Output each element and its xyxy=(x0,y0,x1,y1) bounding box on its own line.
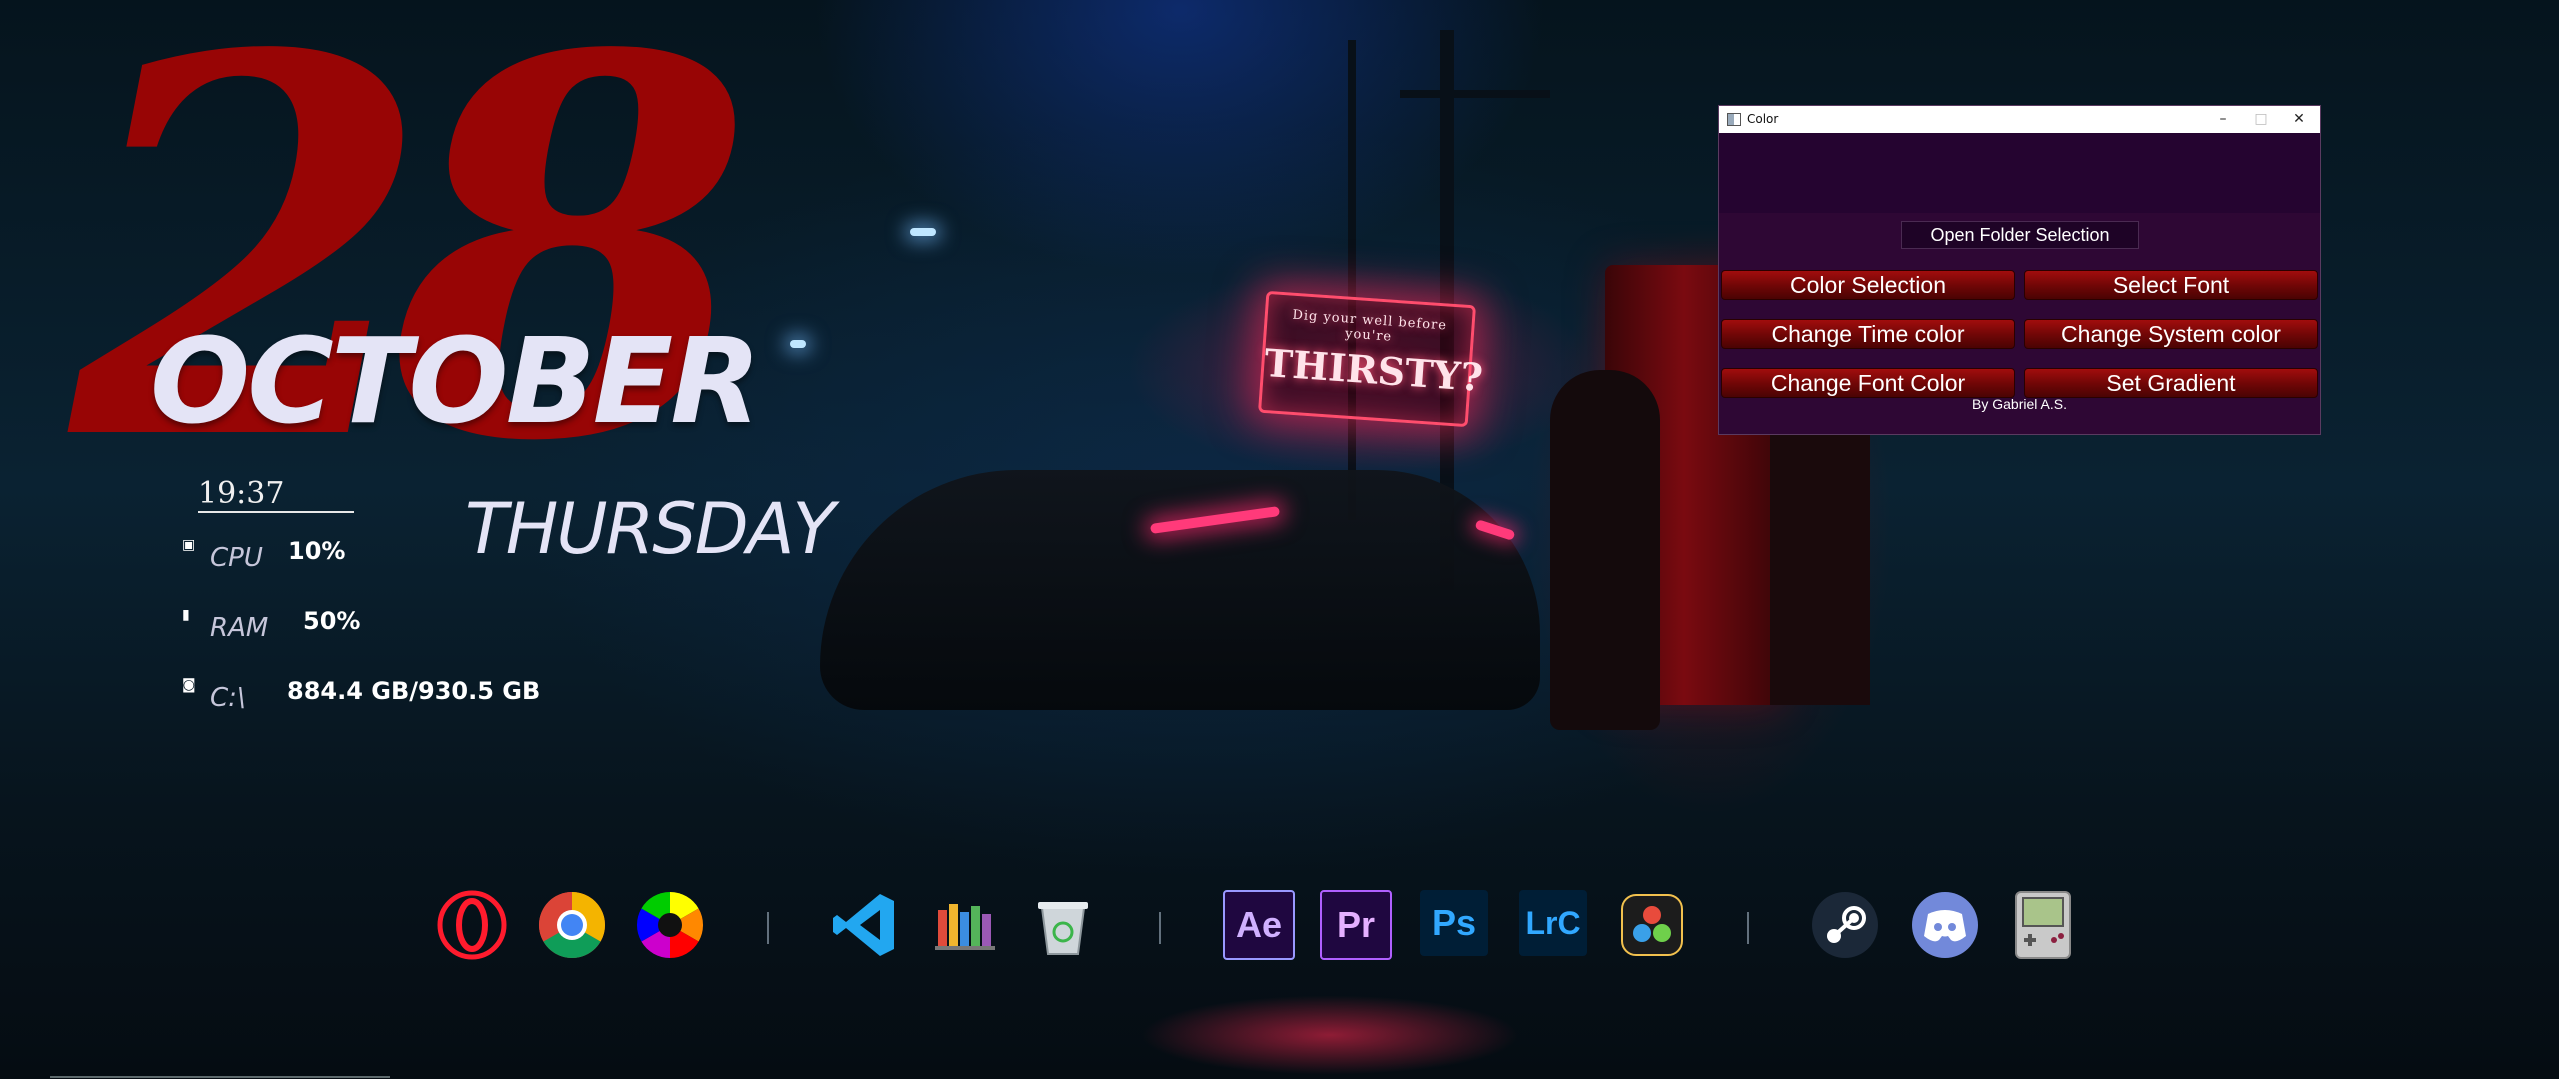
close-button[interactable]: ✕ xyxy=(2280,106,2318,133)
discord-icon[interactable] xyxy=(1910,890,1980,960)
vscode-icon[interactable] xyxy=(830,890,900,960)
dock-separator xyxy=(767,912,769,944)
cpu-label: CPU xyxy=(210,543,263,573)
steam-icon[interactable] xyxy=(1810,890,1880,960)
ram-label: RAM xyxy=(210,613,269,643)
wallpaper-car xyxy=(820,470,1540,710)
wallpaper-streetlight xyxy=(910,228,936,236)
color-app-window: Color – □ ✕ Open Folder Selection Color … xyxy=(1718,105,2321,435)
taskbar-edge-line xyxy=(50,1076,390,1078)
clock-time: 19:37 xyxy=(198,476,355,513)
ram-icon: ▮ xyxy=(182,607,190,623)
library-icon[interactable] xyxy=(930,890,1000,960)
window-header-area xyxy=(1719,133,2320,213)
window-titlebar[interactable]: Color – □ ✕ xyxy=(1719,106,2320,133)
wallpaper-streetlight xyxy=(790,340,806,348)
after-effects-icon[interactable]: Ae xyxy=(1223,890,1295,960)
color-wheel-icon[interactable] xyxy=(635,890,705,960)
window-title: Color xyxy=(1747,112,1779,126)
ram-value: 50% xyxy=(303,607,361,635)
weekday-name: Thursday xyxy=(465,488,835,570)
drive-icon: ◙ xyxy=(182,677,196,693)
chrome-icon[interactable] xyxy=(537,890,607,960)
change-font-color-button[interactable]: Change Font Color xyxy=(1721,368,2015,398)
change-system-color-button[interactable]: Change System color xyxy=(2024,319,2318,349)
set-gradient-button[interactable]: Set Gradient xyxy=(2024,368,2318,398)
month-name: October xyxy=(150,312,761,450)
cpu-value: 10% xyxy=(288,537,346,565)
color-selection-button[interactable]: Color Selection xyxy=(1721,270,2015,300)
cpu-icon: ▣ xyxy=(182,537,196,553)
drive-value: 884.4 GB/930.5 GB xyxy=(287,677,541,705)
open-folder-selection-button[interactable]: Open Folder Selection xyxy=(1901,221,2139,249)
drive-label: C:\ xyxy=(210,683,246,713)
wallpaper-reflection xyxy=(1140,995,1520,1075)
gameboy-emulator-icon[interactable] xyxy=(2008,890,2078,960)
select-font-button[interactable]: Select Font xyxy=(2024,270,2318,300)
minimize-button[interactable]: – xyxy=(2204,106,2242,133)
recycle-bin-icon[interactable] xyxy=(1028,890,1098,960)
dock-separator xyxy=(1159,912,1161,944)
davinci-resolve-icon[interactable] xyxy=(1617,890,1687,960)
photoshop-icon[interactable]: Ps xyxy=(1420,890,1488,956)
neon-sign-big-text: THIRSTY? xyxy=(1262,339,1485,401)
wallpaper-pole xyxy=(1400,90,1550,98)
wallpaper-pole xyxy=(1348,40,1356,520)
premiere-pro-icon[interactable]: Pr xyxy=(1320,890,1392,960)
opera-icon[interactable] xyxy=(437,890,507,960)
wallpaper-neon-sign: Dig your well before you're THIRSTY? xyxy=(1258,290,1485,428)
change-time-color-button[interactable]: Change Time color xyxy=(1721,319,2015,349)
lightroom-classic-icon[interactable]: LrC xyxy=(1519,890,1587,956)
maximize-button[interactable]: □ xyxy=(2242,106,2280,133)
wallpaper-person xyxy=(1550,370,1660,730)
author-credit: By Gabriel A.S. xyxy=(1972,396,2067,412)
app-window-icon xyxy=(1727,113,1741,126)
dock-separator xyxy=(1747,912,1749,944)
